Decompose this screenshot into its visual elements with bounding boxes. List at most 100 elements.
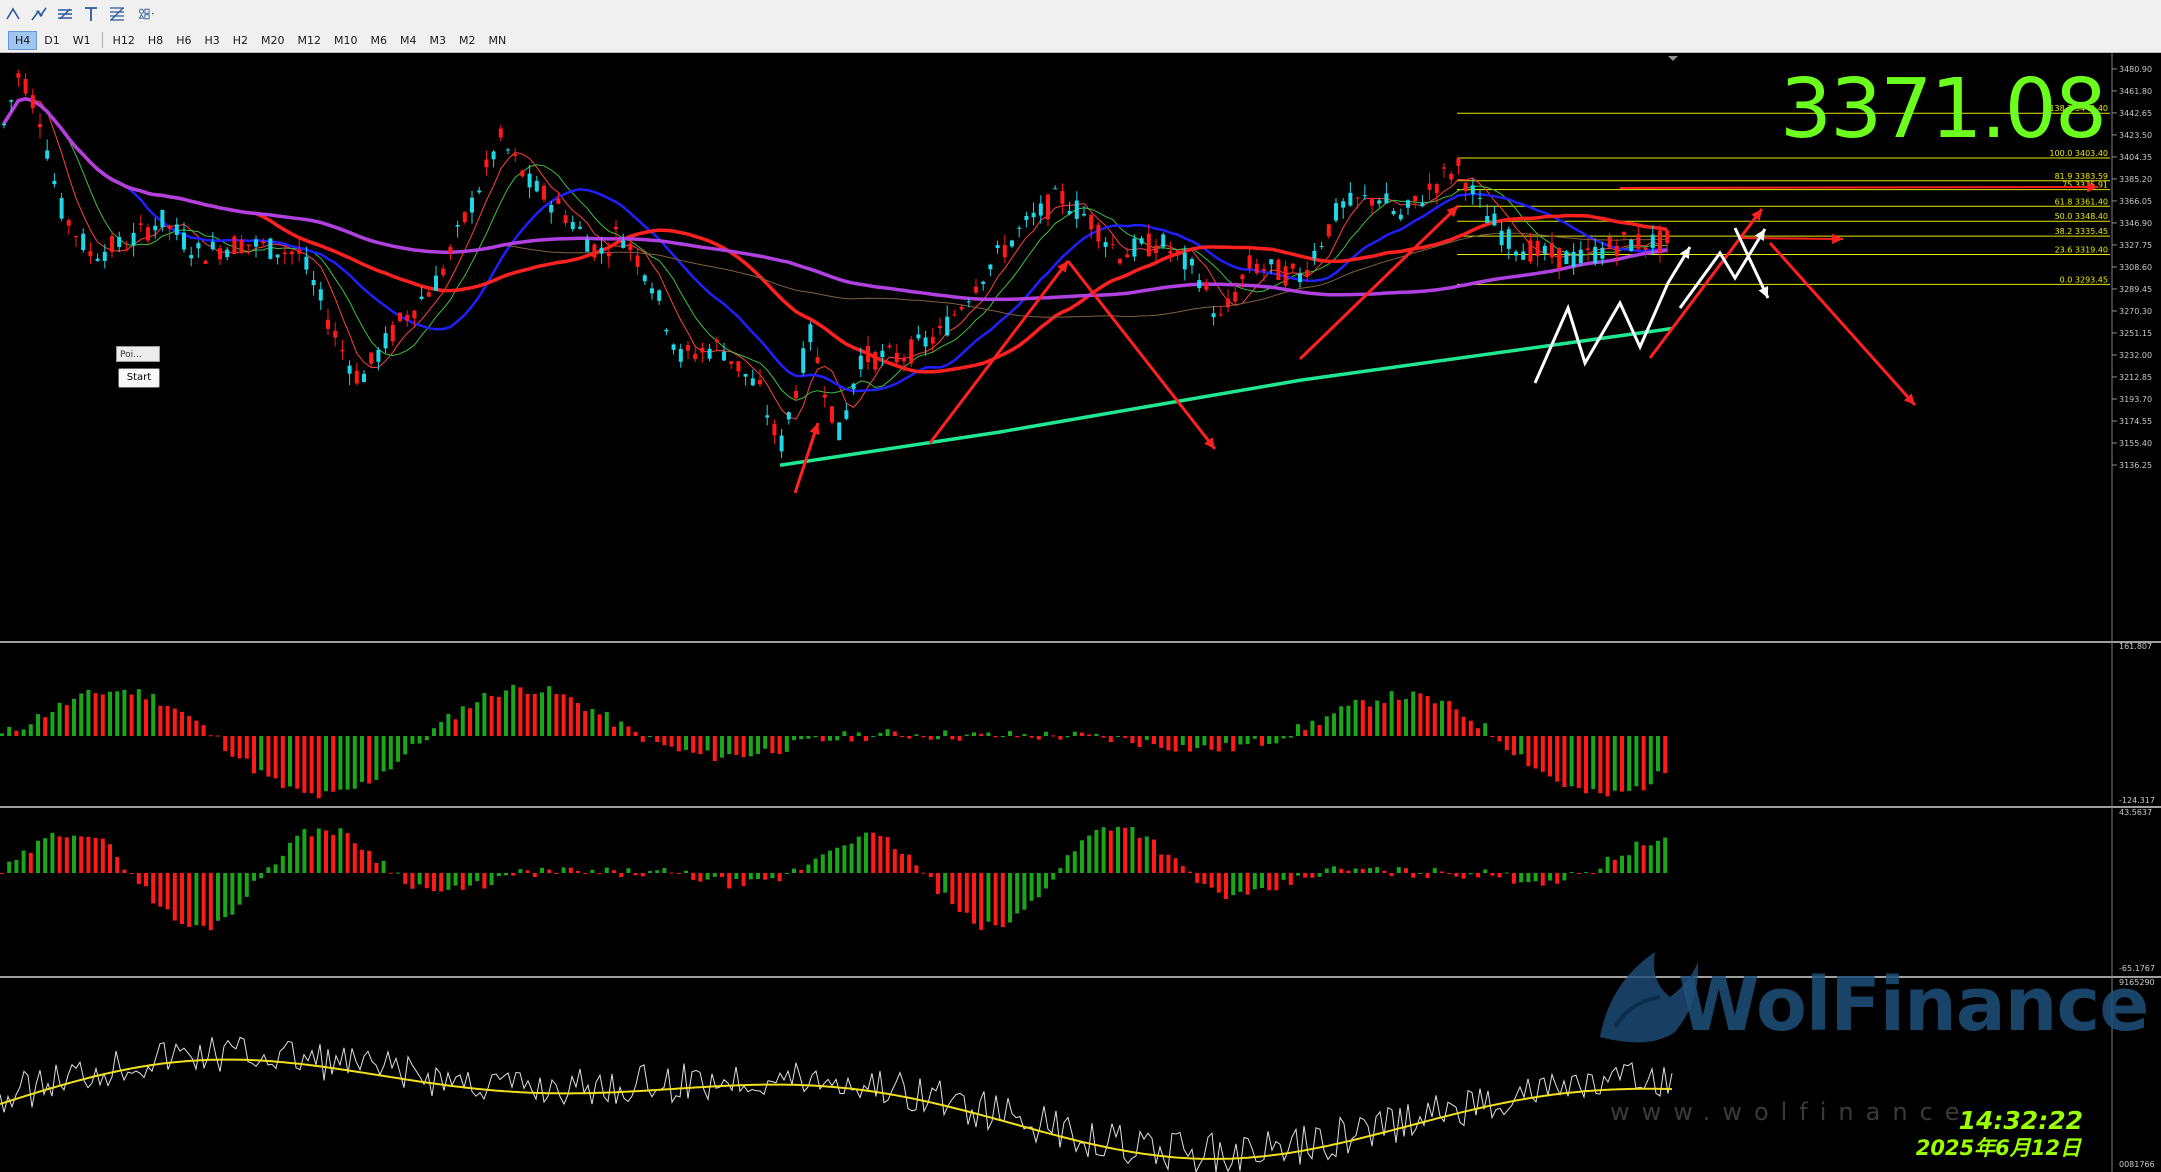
candle-body xyxy=(880,350,885,358)
oscillator-bar xyxy=(741,873,746,887)
tf-m12[interactable]: M12 xyxy=(292,32,328,49)
tf-h12[interactable]: H12 xyxy=(107,32,141,49)
shapes-icon[interactable] xyxy=(130,3,164,25)
macd-bar xyxy=(1116,736,1120,737)
oscillator-bar xyxy=(345,833,350,873)
tf-d1[interactable]: D1 xyxy=(38,32,65,49)
candle-body xyxy=(693,353,698,360)
candle-body xyxy=(1600,247,1605,259)
candle-body xyxy=(707,348,712,359)
tf-w1[interactable]: W1 xyxy=(67,32,97,49)
candle-body xyxy=(772,423,777,436)
candle-body xyxy=(873,352,878,370)
candle-body xyxy=(498,128,503,138)
macd-bar xyxy=(259,736,264,771)
candle-body xyxy=(1038,203,1043,216)
oscillator-bar xyxy=(1202,873,1207,884)
oscillator-bar xyxy=(626,868,631,873)
tf-m4[interactable]: M4 xyxy=(394,32,423,49)
macd-bar xyxy=(244,736,249,759)
macd-bar xyxy=(496,696,501,736)
candle-body xyxy=(815,357,820,364)
fibonacci-icon[interactable] xyxy=(104,3,130,25)
candle-body xyxy=(9,100,14,102)
macd-bar xyxy=(633,731,638,736)
oscillator-bar xyxy=(244,873,249,897)
candle-body xyxy=(974,286,978,293)
tf-h4[interactable]: H4 xyxy=(8,30,38,50)
candle-body xyxy=(1478,198,1482,200)
tf-h6[interactable]: H6 xyxy=(170,32,197,49)
fib-level-label: 50.0 3348.40 xyxy=(2055,212,2108,221)
oscillator-bar xyxy=(633,873,638,876)
tf-h3[interactable]: H3 xyxy=(198,32,225,49)
tf-m10[interactable]: M10 xyxy=(328,32,364,49)
candle-body xyxy=(1650,234,1655,249)
macd-bar xyxy=(331,736,336,792)
text-icon[interactable] xyxy=(78,3,104,25)
candle-body xyxy=(1449,173,1454,180)
candle-body xyxy=(1182,252,1187,270)
macd-bar xyxy=(1015,736,1020,738)
tf-m3[interactable]: M3 xyxy=(424,32,453,49)
macd-bar xyxy=(172,708,177,736)
candle-body xyxy=(1074,200,1079,219)
tf-m20[interactable]: M20 xyxy=(255,32,291,49)
candle-body xyxy=(1593,246,1598,264)
macd-bar xyxy=(626,726,631,736)
candle-body xyxy=(1636,234,1641,249)
start-button[interactable]: Start xyxy=(118,368,160,388)
macd-bar xyxy=(1159,736,1164,748)
oscillator-bar xyxy=(1159,854,1164,873)
macd-bar xyxy=(1418,693,1423,736)
oscillator-bar xyxy=(1375,867,1380,873)
macd-bar xyxy=(352,736,357,789)
oscillator-bar xyxy=(1533,873,1538,882)
tf-m6[interactable]: M6 xyxy=(365,32,394,49)
oscillator-bar xyxy=(1598,868,1603,873)
macd-bar xyxy=(705,736,710,751)
macd-bar xyxy=(1612,736,1617,791)
candle-body xyxy=(1398,214,1403,220)
candle-body xyxy=(1060,191,1065,204)
macd-bar xyxy=(1656,736,1660,772)
macd-bar xyxy=(216,735,220,737)
candle-body xyxy=(851,383,856,390)
tf-h8[interactable]: H8 xyxy=(142,32,169,49)
oscillator-bar xyxy=(1288,873,1293,885)
macd-bar xyxy=(1036,736,1041,740)
macd-bar xyxy=(1080,732,1084,736)
candle-body xyxy=(894,352,899,363)
macd-bar xyxy=(1152,736,1156,745)
macd-bar xyxy=(194,720,199,736)
macd-bar xyxy=(475,702,480,736)
channel-icon[interactable] xyxy=(52,3,78,25)
candle-body xyxy=(808,324,813,343)
oscillator-bar xyxy=(698,873,703,882)
candle-body xyxy=(95,258,100,261)
candle-body xyxy=(1348,192,1353,206)
macd-bar xyxy=(1620,736,1624,792)
macd-bar xyxy=(792,736,796,741)
oscillator-bar xyxy=(1548,873,1552,881)
candle-body xyxy=(484,159,489,168)
macd-bar xyxy=(1483,723,1488,736)
oscillator-bar xyxy=(237,873,242,905)
tf-h2[interactable]: H2 xyxy=(227,32,254,49)
macd-bar xyxy=(1173,736,1178,752)
oscillator-bar xyxy=(1360,868,1365,873)
tf-m2[interactable]: M2 xyxy=(453,32,482,49)
oscillator-bar xyxy=(331,834,336,873)
macd-bar xyxy=(1216,736,1221,752)
cursor-icon[interactable] xyxy=(0,3,26,25)
tf-mn[interactable]: MN xyxy=(483,32,513,49)
macd-bar xyxy=(540,692,544,736)
trendline-icon[interactable] xyxy=(26,3,52,25)
candle-body xyxy=(311,279,316,286)
oscillator-bar xyxy=(21,850,26,873)
candle-body xyxy=(657,290,662,301)
macd-bar xyxy=(165,706,170,736)
macd-bar xyxy=(532,694,537,736)
candle-body xyxy=(383,333,388,349)
oscillator-bar xyxy=(302,829,307,873)
